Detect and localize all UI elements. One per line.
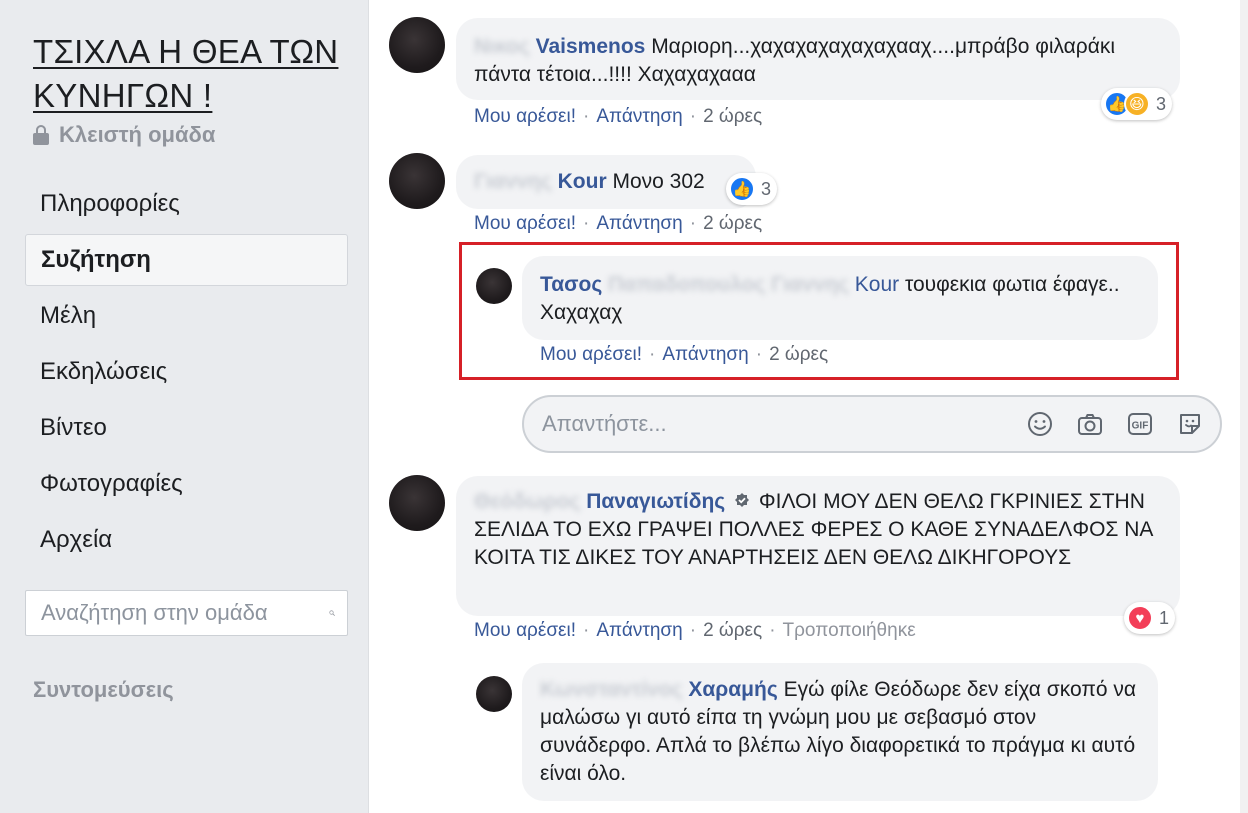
reaction-count: 1	[1159, 607, 1170, 628]
group-privacy: Κλειστή ομάδα	[33, 122, 215, 148]
reaction-count: 3	[761, 178, 772, 199]
avatar[interactable]	[476, 676, 512, 712]
comment-text: Μονο 302	[612, 170, 705, 193]
reply-bubble: Κωνσταντίνος Χαραμής Εγώ φίλε Θεόδωρε δε…	[522, 663, 1158, 801]
nav-item-discussion[interactable]: Συζήτηση	[25, 234, 348, 286]
like-icon: 👍	[729, 176, 755, 202]
group-title[interactable]: ΤΣΙΧΛΑ Η ΘΕΑ ΤΩΝ ΚΥΝΗΓΩΝ !	[33, 30, 353, 118]
shortcuts-heading: Συντομεύσεις	[33, 677, 174, 702]
scrollbar[interactable]	[1240, 0, 1248, 813]
reply-author[interactable]: Κωνσταντίνος Χαραμής	[540, 678, 778, 701]
reaction-summary[interactable]: 👍 3	[726, 173, 778, 205]
like-link[interactable]: Μου αρέσει!	[474, 620, 576, 642]
reply-time[interactable]: 2 ώρες	[769, 344, 828, 366]
haha-icon: 😆	[1124, 91, 1150, 117]
reply-author[interactable]: Τασος Παπαδοπουλος Γιαννης	[540, 273, 849, 296]
love-icon: ♥	[1127, 605, 1153, 631]
avatar[interactable]	[389, 475, 445, 531]
comment-actions: Μου αρέσει! · Απάντηση · 2 ώρες	[474, 213, 763, 235]
comment-time[interactable]: 2 ώρες	[703, 213, 762, 235]
like-link[interactable]: Μου αρέσει!	[540, 344, 642, 366]
comment-actions: Μου αρέσει! · Απάντηση · 2 ώρες · Τροποπ…	[474, 620, 916, 642]
reply-bubble: Τασος Παπαδοπουλος Γιαννης Kour τουφεκια…	[522, 256, 1158, 340]
svg-text:GIF: GIF	[1132, 421, 1149, 432]
camera-icon[interactable]	[1076, 410, 1104, 438]
composer-icons: GIF	[1026, 410, 1204, 438]
reply-link[interactable]: Απάντηση	[662, 344, 748, 366]
moderator-badge-icon	[735, 493, 750, 507]
reply-link[interactable]: Απάντηση	[596, 106, 682, 128]
reply-input[interactable]	[542, 411, 1026, 437]
group-nav: Πληροφορίες Συζήτηση Μέλη Εκδηλώσεις Βίν…	[25, 178, 348, 570]
like-link[interactable]: Μου αρέσει!	[474, 213, 576, 235]
comment-author[interactable]: Γιαννης Kour	[474, 170, 607, 193]
group-sidebar: ΤΣΙΧΛΑ Η ΘΕΑ ΤΩΝ ΚΥΝΗΓΩΝ ! Κλειστή ομάδα…	[0, 0, 369, 813]
edited-label[interactable]: Τροποποιήθηκε	[783, 620, 916, 642]
sticker-icon[interactable]	[1176, 410, 1204, 438]
group-search-input[interactable]	[41, 600, 329, 626]
comment-bubble: Νικος Vaismenos Μαριορη...χαχαχαχαχαχαχα…	[456, 18, 1180, 100]
comment-time[interactable]: 2 ώρες	[703, 106, 762, 128]
comment-bubble: Θεόδωρος Παναγιωτίδης ΦΙΛΟΙ ΜΟΥ ΔΕΝ ΘΕΛΩ…	[456, 476, 1180, 616]
gif-icon[interactable]: GIF	[1126, 410, 1154, 438]
group-search-box	[25, 590, 348, 636]
nav-item-events[interactable]: Εκδηλώσεις	[25, 346, 348, 398]
avatar[interactable]	[476, 268, 512, 304]
comment-author[interactable]: Θεόδωρος Παναγιωτίδης	[474, 490, 725, 513]
comment-author[interactable]: Νικος Vaismenos	[474, 35, 645, 58]
nav-item-photos[interactable]: Φωτογραφίες	[25, 458, 348, 510]
reply-actions: Μου αρέσει! · Απάντηση · 2 ώρες	[540, 344, 829, 366]
nav-item-about[interactable]: Πληροφορίες	[25, 178, 348, 230]
nav-item-members[interactable]: Μέλη	[25, 290, 348, 342]
reaction-summary[interactable]: ♥ 1	[1124, 602, 1176, 634]
comment-bubble: Γιαννης Kour Μονο 302	[456, 155, 756, 209]
emoji-icon[interactable]	[1026, 410, 1054, 438]
reply-composer: GIF	[522, 395, 1222, 453]
comments-feed: Νικος Vaismenos Μαριορη...χαχαχαχαχαχαχα…	[370, 0, 1248, 813]
avatar[interactable]	[389, 17, 445, 73]
lock-icon	[33, 125, 49, 145]
reaction-summary[interactable]: 👍 😆 3	[1101, 88, 1173, 120]
reaction-count: 3	[1156, 93, 1167, 114]
search-icon[interactable]	[329, 601, 335, 625]
reply-link[interactable]: Απάντηση	[596, 213, 682, 235]
avatar[interactable]	[389, 153, 445, 209]
comment-time[interactable]: 2 ώρες	[703, 620, 762, 642]
nav-item-videos[interactable]: Βίντεο	[25, 402, 348, 454]
group-privacy-label: Κλειστή ομάδα	[59, 122, 216, 147]
nav-item-files[interactable]: Αρχεία	[25, 514, 348, 566]
comment-actions: Μου αρέσει! · Απάντηση · 2 ώρες	[474, 106, 763, 128]
like-link[interactable]: Μου αρέσει!	[474, 106, 576, 128]
mention-link[interactable]: Kour	[855, 273, 899, 296]
reply-link[interactable]: Απάντηση	[596, 620, 682, 642]
